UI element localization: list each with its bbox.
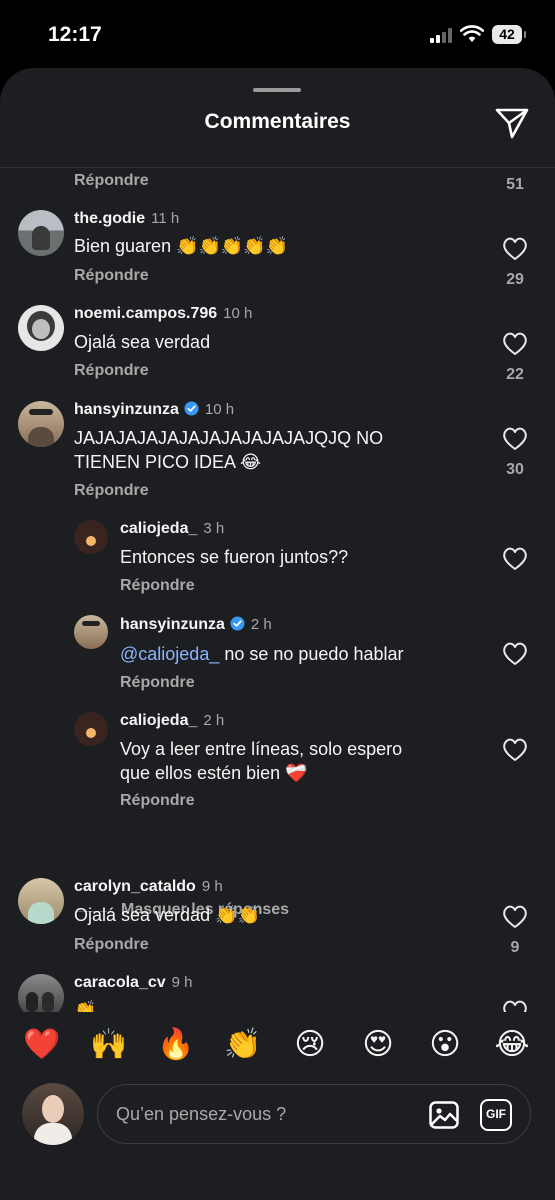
reply-button[interactable]: Répondre xyxy=(74,267,149,285)
avatar[interactable] xyxy=(18,401,64,447)
time-ago: 2 h xyxy=(250,616,272,633)
reaction-laughing[interactable]: 😂 xyxy=(490,1027,534,1063)
time-ago: 9 h xyxy=(201,878,223,895)
like-count: 51 xyxy=(506,176,524,193)
avatar[interactable] xyxy=(74,712,108,746)
status-time: 12:17 xyxy=(48,23,102,46)
comment-header: noemi.campos.796 10 h xyxy=(74,305,252,323)
time-ago: 11 h xyxy=(151,210,180,227)
heart-icon[interactable] xyxy=(502,905,528,929)
reaction-clap[interactable]: 👏 xyxy=(221,1027,265,1063)
gif-button[interactable]: GIF xyxy=(480,1099,512,1131)
input-placeholder: Qu’en pensez-vous ? xyxy=(116,1104,287,1124)
reply-text-line: que ellos estén bien ❤️‍🩹 xyxy=(120,763,308,783)
username[interactable]: carolyn_cataldo xyxy=(74,878,196,895)
avatar[interactable] xyxy=(18,305,64,351)
comment-header: the.godie 11 h xyxy=(74,210,179,228)
reply-button[interactable]: Répondre xyxy=(120,792,195,810)
reaction-surprised[interactable]: 😮 xyxy=(423,1027,467,1063)
username[interactable]: caliojeda_ xyxy=(120,520,197,537)
comment-input[interactable]: Qu’en pensez-vous ? GIF xyxy=(97,1084,531,1144)
battery-indicator: 42 xyxy=(492,25,526,44)
verified-badge-icon xyxy=(184,401,199,416)
time-ago: 10 h xyxy=(204,401,235,418)
time-ago: 10 h xyxy=(223,305,253,322)
drag-handle[interactable] xyxy=(253,88,301,92)
avatar[interactable] xyxy=(74,520,108,554)
heart-icon[interactable] xyxy=(502,738,528,762)
reaction-crying[interactable]: 😢 xyxy=(288,1027,332,1063)
sheet-title: Commentaires xyxy=(204,110,351,133)
comment-text: Ojalá sea verdad 👏👏 xyxy=(74,905,260,925)
username[interactable]: noemi.campos.796 xyxy=(74,305,217,322)
reply-button[interactable]: Répondre xyxy=(120,577,195,595)
comment-text: Ojalá sea verdad xyxy=(74,332,211,352)
username[interactable]: caracola_cv xyxy=(74,974,166,991)
reaction-heart-eyes[interactable]: 😍 xyxy=(356,1027,400,1063)
time-ago: 3 h xyxy=(203,520,225,537)
like-count: 29 xyxy=(506,271,524,288)
username[interactable]: the.godie xyxy=(74,210,145,227)
reply-header: hansyinzunza 2 h xyxy=(120,616,272,634)
comment-list[interactable]: Répondre 51 the.godie 11 h Bien guaren 👏👏… xyxy=(0,168,555,1074)
avatar[interactable] xyxy=(18,210,64,256)
wifi-icon xyxy=(460,25,484,42)
avatar[interactable] xyxy=(18,878,64,924)
comment-input-bar: Qu’en pensez-vous ? GIF xyxy=(0,1074,555,1200)
heart-icon[interactable] xyxy=(502,642,528,666)
reply-text: Entonces se fueron juntos?? xyxy=(120,547,349,567)
username[interactable]: hansyinzunza xyxy=(74,401,179,418)
reaction-heart[interactable]: ❤️ xyxy=(20,1027,64,1063)
current-user-avatar xyxy=(22,1083,84,1145)
heart-icon[interactable] xyxy=(502,547,528,571)
like-count: 30 xyxy=(506,461,524,478)
username[interactable]: hansyinzunza xyxy=(120,616,225,633)
verified-badge-icon xyxy=(230,616,245,631)
avatar[interactable] xyxy=(74,615,108,649)
time-ago: 9 h xyxy=(171,974,193,991)
comment-text: Bien guaren 👏👏👏👏👏 xyxy=(74,236,289,256)
reply-header: caliojeda_ 3 h xyxy=(120,520,224,538)
share-send-icon[interactable] xyxy=(494,106,530,140)
reply-text: @caliojeda_ no se no puedo hablar xyxy=(120,642,404,666)
comment-header: caracola_cv 9 h xyxy=(74,974,193,992)
cellular-signal-icon xyxy=(430,27,456,43)
comment-header: hansyinzunza 10 h xyxy=(74,401,234,419)
heart-icon[interactable] xyxy=(502,237,528,261)
image-icon[interactable] xyxy=(428,1099,460,1131)
username[interactable]: caliojeda_ xyxy=(120,712,197,729)
reply-button[interactable]: Répondre xyxy=(120,674,195,692)
like-count: 22 xyxy=(506,366,524,383)
quick-reactions-bar: ❤️ 🙌 🔥 👏 😢 😍 😮 😂 xyxy=(0,1012,555,1074)
reaction-raised-hands[interactable]: 🙌 xyxy=(87,1027,131,1063)
reply-button[interactable]: Répondre xyxy=(74,172,149,190)
comment-text-line: JAJAJAJAJAJAJAJAJAJAJAJQJQ NO xyxy=(74,428,384,448)
status-bar: 12:17 42 xyxy=(0,0,555,68)
reply-text-body: no se no puedo hablar xyxy=(219,644,404,664)
comment-text-line: TIENEN PICO IDEA 😂 xyxy=(74,452,262,472)
mention-link[interactable]: @caliojeda_ xyxy=(120,644,219,664)
reply-button[interactable]: Répondre xyxy=(74,936,149,954)
reply-text-line: Voy a leer entre líneas, solo espero xyxy=(120,739,403,759)
reaction-fire[interactable]: 🔥 xyxy=(154,1027,198,1063)
reply-button[interactable]: Répondre xyxy=(74,362,149,380)
comment-header: carolyn_cataldo 9 h xyxy=(74,878,223,896)
time-ago: 2 h xyxy=(203,712,225,729)
reply-button[interactable]: Répondre xyxy=(74,482,149,500)
reply-header: caliojeda_ 2 h xyxy=(120,712,224,730)
heart-icon[interactable] xyxy=(502,427,528,451)
heart-icon[interactable] xyxy=(502,332,528,356)
like-count: 9 xyxy=(510,939,520,956)
